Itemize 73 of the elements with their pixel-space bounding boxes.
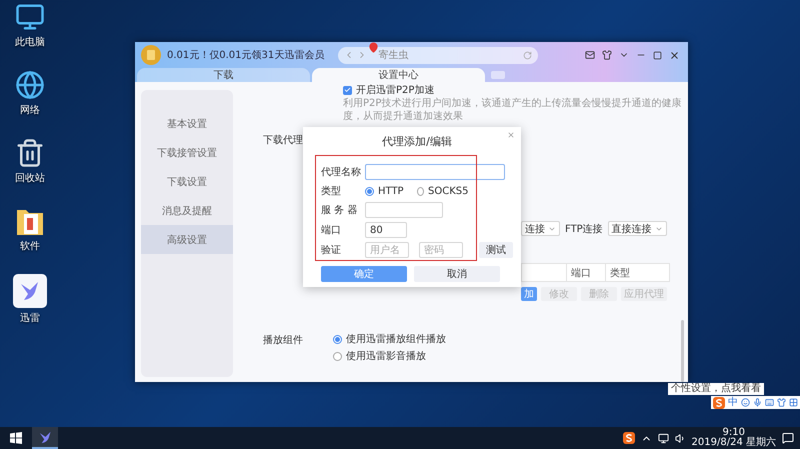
section-label: 播放组件 xyxy=(263,334,304,348)
app-icon[interactable] xyxy=(13,274,47,308)
shirt-icon[interactable] xyxy=(602,50,612,60)
keyboard-icon[interactable] xyxy=(765,398,774,407)
ftp-label: FTP连接 xyxy=(565,222,603,236)
emoji-icon[interactable] xyxy=(741,398,750,407)
http-dropdown[interactable]: 连接 xyxy=(521,221,560,236)
radio-label: 使用迅雷播放组件播放 xyxy=(346,332,446,346)
field-label: 代理名称 xyxy=(321,166,362,179)
test-button[interactable]: 测试 xyxy=(479,242,513,258)
radio-button[interactable] xyxy=(365,186,374,196)
ime-logo-icon[interactable] xyxy=(713,396,725,408)
network-icon[interactable] xyxy=(15,70,45,100)
sidebar-item[interactable]: 消息及提醒 xyxy=(141,196,233,225)
radio-label: SOCKS5 xyxy=(428,186,468,196)
sidebar-item[interactable]: 基本设置 xyxy=(141,109,233,138)
column-header: 类型 xyxy=(605,264,669,281)
radio-label: 使用迅雷影音播放 xyxy=(346,350,426,363)
shirt-icon[interactable] xyxy=(777,398,786,407)
tooltip: 个性设置，点我看看 xyxy=(668,383,764,395)
password-field[interactable]: 密码 xyxy=(419,242,463,258)
recycle-bin-icon[interactable] xyxy=(15,138,45,168)
windows-logo-icon xyxy=(10,432,22,444)
icon-label: 此电脑 xyxy=(15,36,45,49)
port-field[interactable]: 80 xyxy=(365,222,407,238)
bird-icon xyxy=(38,430,52,444)
member-logo-icon xyxy=(141,45,161,65)
cancel-button[interactable]: 取消 xyxy=(414,266,500,282)
field-label: 服 务 器 xyxy=(321,204,358,217)
server-field[interactable] xyxy=(365,202,443,218)
radio-button[interactable] xyxy=(333,352,342,360)
radio-button[interactable] xyxy=(333,334,342,344)
dialog-title: 代理添加/编辑 xyxy=(382,135,452,149)
network-icon[interactable] xyxy=(658,432,669,444)
sidebar-item[interactable]: 高级设置 xyxy=(141,225,233,254)
section-label: 下载代理 xyxy=(263,134,303,147)
microphone-icon[interactable] xyxy=(753,398,762,407)
column-header: 端口 xyxy=(566,264,605,281)
maximize-icon[interactable] xyxy=(653,50,662,60)
description-text: 利用P2P技术进行用户间加速，该通道产生的上传流量会慢慢提升通道的健康度，从而提升通道加速效果 xyxy=(343,97,682,123)
field-label: 类型 xyxy=(321,184,342,198)
volume-icon[interactable] xyxy=(674,432,686,444)
icon-label: 网络 xyxy=(20,104,40,117)
ftp-dropdown[interactable]: 直接连接 xyxy=(608,221,667,236)
ime-tray-icon[interactable] xyxy=(622,432,635,444)
clock[interactable]: 9:10 2019/8/24 星期六 xyxy=(692,428,776,448)
checkbox-label: 开启迅雷P2P加速 xyxy=(356,84,434,97)
radio-label: HTTP xyxy=(378,186,404,196)
location-pin-icon xyxy=(368,40,380,54)
notification-icon[interactable] xyxy=(782,432,794,444)
proxy-button[interactable]: 加 xyxy=(521,287,537,301)
sidebar-item[interactable]: 下载接管设置 xyxy=(141,138,233,167)
icon-label: 软件 xyxy=(20,240,40,253)
grid-icon[interactable] xyxy=(789,398,798,407)
computer-icon[interactable] xyxy=(15,2,45,32)
scrollbar[interactable] xyxy=(681,320,684,382)
field-label: 端口 xyxy=(321,224,342,237)
tab[interactable]: 设置中心 xyxy=(312,68,485,82)
promo-text[interactable]: 0.01元！仅0.01元领31天迅雷会员 xyxy=(167,48,324,62)
icon-label: 回收站 xyxy=(15,172,45,185)
taskbar-app-button[interactable] xyxy=(32,427,58,449)
input-mode-toggle[interactable]: 中 xyxy=(728,396,738,408)
tab[interactable]: 下载 xyxy=(137,68,310,82)
icon-label: 迅雷 xyxy=(20,312,40,325)
mail-icon[interactable] xyxy=(585,50,595,60)
sidebar-item[interactable]: 下载设置 xyxy=(141,167,233,196)
close-icon[interactable] xyxy=(669,50,680,60)
username-field[interactable]: 用户名 xyxy=(365,242,409,258)
name-field[interactable] xyxy=(365,164,505,180)
field-label: 验证 xyxy=(321,244,342,257)
radio-button[interactable] xyxy=(417,186,424,196)
checkbox[interactable] xyxy=(343,86,352,94)
confirm-button[interactable]: 确定 xyxy=(321,266,407,282)
